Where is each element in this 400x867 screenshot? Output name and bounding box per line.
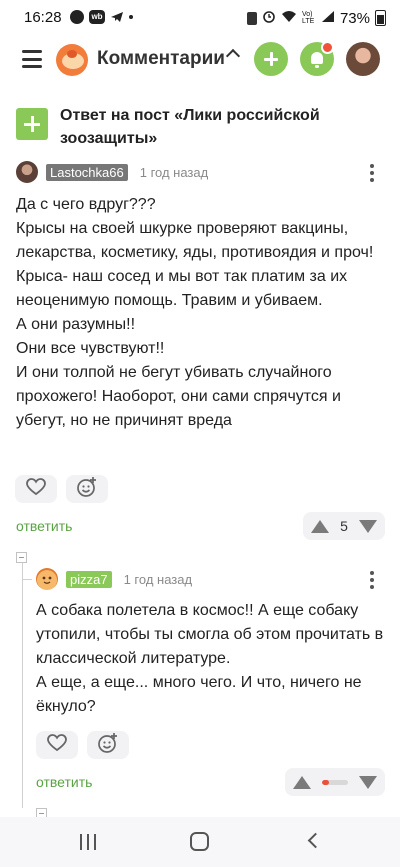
- status-notification-icons: wb: [70, 10, 133, 24]
- telegram-icon: [110, 10, 124, 24]
- wifi-icon: [281, 10, 297, 27]
- comment-body: Да с чего вдруг??? Крысы на своей шкурке…: [16, 193, 386, 433]
- comment-header: Lastochka66 1 год назад: [16, 161, 208, 183]
- comment-time[interactable]: 1 год назад: [140, 165, 208, 180]
- reply-link[interactable]: ответить: [16, 518, 72, 534]
- collapse-thread-icon[interactable]: [16, 552, 27, 563]
- status-bar: 16:28 wb Vo) LTE 73%: [0, 0, 400, 36]
- rating-ratio-bar: [322, 779, 348, 785]
- create-post-button[interactable]: [254, 42, 288, 76]
- upvote-arrow-icon[interactable]: [293, 775, 311, 789]
- battery-icon: [375, 10, 386, 26]
- downvote-arrow-icon[interactable]: [358, 519, 377, 533]
- smile-plus-icon: [76, 476, 98, 503]
- app-header: Комментарии: [0, 36, 400, 86]
- system-navigation-bar: [0, 817, 400, 867]
- comment-line: Да с чего вдруг???: [16, 196, 156, 213]
- heart-icon: [47, 733, 67, 757]
- lte-icon: Vo) LTE: [301, 11, 315, 25]
- profile-avatar[interactable]: [346, 42, 380, 76]
- pikabu-logo[interactable]: [56, 44, 88, 76]
- username-badge[interactable]: Lastochka66: [46, 163, 128, 181]
- sim-icon: [246, 11, 257, 25]
- thread-line: [22, 563, 23, 808]
- thread-branch: [22, 579, 32, 580]
- smile-plus-icon: [97, 732, 119, 759]
- upvote-arrow-icon[interactable]: [311, 519, 329, 533]
- more-notifications-icon: [129, 15, 133, 19]
- comment-rating: [285, 768, 385, 796]
- notification-badge: [321, 41, 334, 54]
- back-icon[interactable]: [307, 832, 324, 849]
- chat-icon: [70, 10, 84, 24]
- wb-icon: wb: [89, 10, 105, 24]
- rating-ratio-fill: [322, 779, 329, 785]
- home-icon[interactable]: [190, 832, 209, 851]
- comment-line: И они толпой не бегут убивать случайного…: [16, 364, 341, 429]
- post-plus-icon[interactable]: [16, 108, 48, 140]
- chevron-up-icon[interactable]: [225, 48, 241, 64]
- status-system-icons: Vo) LTE 73%: [246, 9, 386, 27]
- like-button[interactable]: [36, 731, 78, 759]
- avatar[interactable]: [16, 161, 38, 183]
- alarm-icon: [262, 9, 276, 27]
- comment-line: Крысы на своей шкурке проверяют вакцины,…: [16, 220, 374, 261]
- comment-line: Они все чувствуют!!: [16, 340, 165, 357]
- bell-icon: [311, 52, 323, 68]
- comment-rating: 5: [303, 512, 385, 540]
- comment-line: А еще, а еще... много чего. И что, ничег…: [36, 674, 362, 715]
- comment-header: pizza7 1 год назад: [36, 568, 192, 590]
- comment-line: А собака полетела в космос!! А еще собак…: [36, 602, 384, 667]
- add-reaction-button[interactable]: [87, 731, 129, 759]
- heart-icon: [26, 477, 46, 501]
- more-options-icon[interactable]: [370, 164, 374, 182]
- rating-value: 5: [340, 518, 348, 534]
- comment-line: Крыса- наш сосед и мы вот так платим за …: [16, 268, 348, 309]
- menu-icon[interactable]: [22, 50, 42, 68]
- username-badge[interactable]: pizza7: [66, 570, 112, 588]
- post-title[interactable]: Ответ на пост «Лики российской зоозащиты…: [60, 104, 380, 150]
- comment-body: А собака полетела в космос!! А еще собак…: [36, 599, 386, 719]
- signal-icon: [321, 10, 335, 27]
- comment-time[interactable]: 1 год назад: [124, 572, 192, 587]
- add-reaction-button[interactable]: [66, 475, 108, 503]
- downvote-arrow-icon[interactable]: [359, 775, 377, 789]
- reply-link[interactable]: ответить: [36, 774, 92, 790]
- page-title[interactable]: Комментарии: [97, 48, 225, 70]
- recent-apps-icon[interactable]: [80, 834, 96, 850]
- like-button[interactable]: [15, 475, 57, 503]
- avatar[interactable]: [36, 568, 58, 590]
- status-time: 16:28: [24, 9, 62, 26]
- comment-line: А они разумны!!: [16, 316, 136, 333]
- battery-percent: 73%: [339, 9, 370, 27]
- more-options-icon[interactable]: [370, 571, 374, 589]
